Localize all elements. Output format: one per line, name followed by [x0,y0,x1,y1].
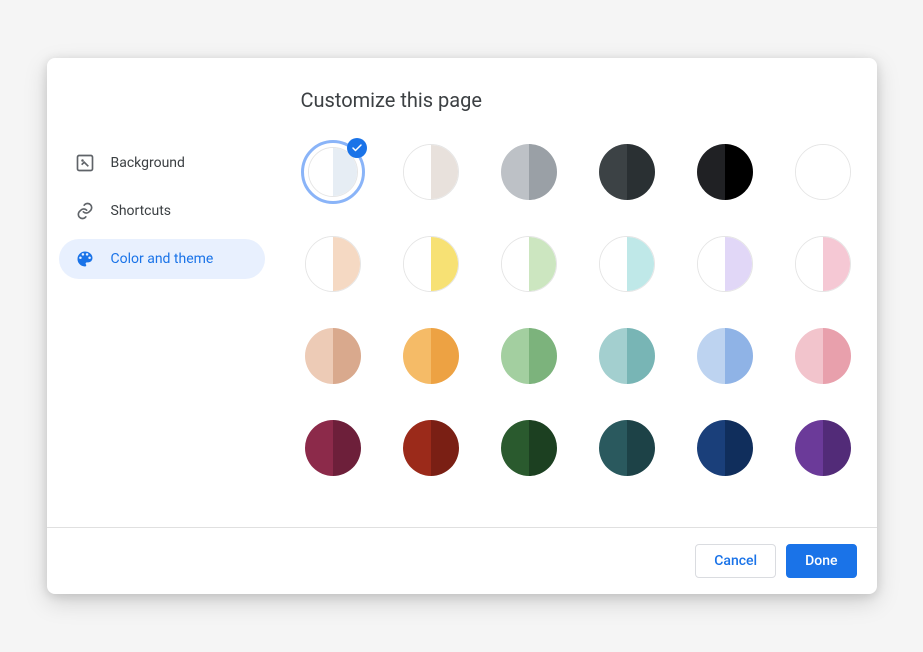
color-swatch-cool-grey[interactable] [497,140,561,204]
color-swatch-light-pink[interactable] [791,232,855,296]
main-panel: Customize this page [277,58,877,527]
color-swatch-orange[interactable] [399,324,463,388]
sidebar: Background Shortcuts Color and theme [47,58,277,527]
color-swatch-light-apricot[interactable] [301,232,365,296]
sidebar-item-shortcuts[interactable]: Shortcuts [59,191,265,231]
dialog-body: Background Shortcuts Color and theme Cus… [47,58,877,527]
sidebar-item-background[interactable]: Background [59,143,265,183]
color-swatch-red[interactable] [399,416,463,480]
done-button[interactable]: Done [786,544,856,578]
color-swatch-purple[interactable] [791,416,855,480]
cancel-button[interactable]: Cancel [695,544,776,578]
color-grid [301,140,861,480]
color-swatch-rose[interactable] [791,324,855,388]
color-swatch-navy[interactable] [693,416,757,480]
background-icon [75,153,95,173]
link-icon [75,201,95,221]
dialog-footer: Cancel Done [47,527,877,594]
color-swatch-teal[interactable] [595,324,659,388]
dialog-title: Customize this page [301,88,853,112]
color-swatch-light-yellow[interactable] [399,232,463,296]
palette-icon [75,249,95,269]
color-swatch-default[interactable] [301,140,365,204]
color-swatch-light-teal[interactable] [595,232,659,296]
sidebar-item-label: Background [111,155,185,171]
color-swatch-light-lavender[interactable] [693,232,757,296]
checkmark-icon [347,138,367,158]
sidebar-item-color-theme[interactable]: Color and theme [59,239,265,279]
color-swatch-midnight[interactable] [595,140,659,204]
color-swatch-light-green[interactable] [497,232,561,296]
color-swatch-warm-grey[interactable] [399,140,463,204]
color-swatch-beige[interactable] [301,324,365,388]
color-swatch-black[interactable] [693,140,757,204]
customize-dialog: Background Shortcuts Color and theme Cus… [47,58,877,594]
color-swatch-green[interactable] [497,324,561,388]
color-swatch-forest[interactable] [497,416,561,480]
color-swatch-white[interactable] [791,140,855,204]
color-swatch-burgundy[interactable] [301,416,365,480]
color-swatch-blue[interactable] [693,324,757,388]
sidebar-item-label: Color and theme [111,251,214,267]
color-swatch-dark-teal[interactable] [595,416,659,480]
sidebar-item-label: Shortcuts [111,203,172,219]
